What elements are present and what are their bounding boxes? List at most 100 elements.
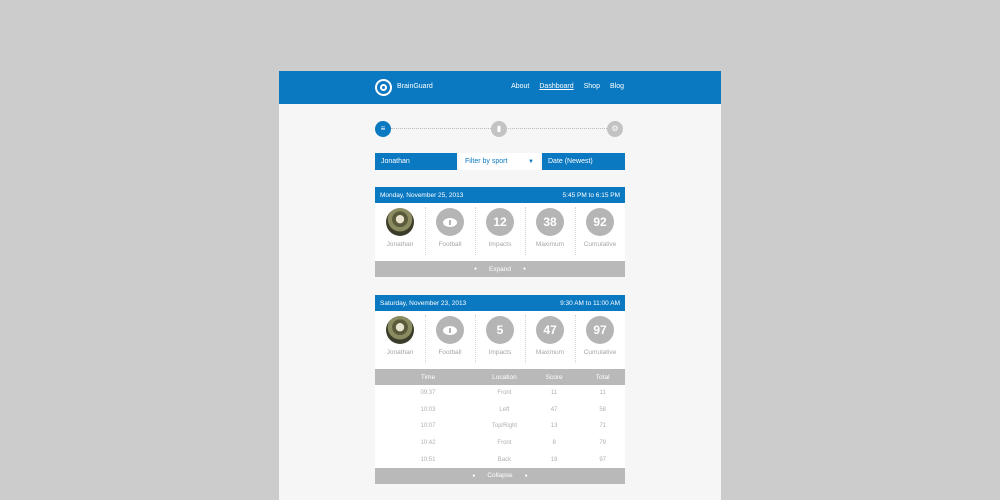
maximum-label: Maximum bbox=[535, 241, 565, 248]
player-name: Jonathan bbox=[386, 349, 414, 356]
cell-time: 09:37 bbox=[420, 390, 436, 397]
player-select[interactable]: Jonathan bbox=[375, 153, 457, 170]
cell-time: 10:42 bbox=[420, 440, 436, 447]
impacts-value: 12 bbox=[486, 208, 514, 236]
stat-cumulative: 97 Cumulative bbox=[575, 311, 625, 369]
cell-score: 8 bbox=[552, 440, 556, 447]
stat-maximum: 47 Maximum bbox=[525, 311, 575, 369]
cell-total: 79 bbox=[599, 440, 607, 447]
cell-location: Front bbox=[497, 390, 512, 397]
cell-location: Back bbox=[497, 456, 512, 463]
lifebuoy-logo-icon[interactable] bbox=[375, 79, 392, 96]
column-header-time: Time bbox=[420, 373, 436, 381]
sport-filter-select[interactable]: Filter by sport ▼ bbox=[459, 153, 540, 170]
bullet-icon: ● bbox=[472, 472, 476, 479]
sort-select[interactable]: Date (Newest) bbox=[542, 153, 625, 170]
impacts-value: 5 bbox=[486, 316, 514, 344]
bullet-icon: ● bbox=[524, 472, 528, 479]
player-select-value: Jonathan bbox=[381, 158, 410, 165]
sport-name: Football bbox=[438, 349, 462, 356]
collapse-label: Collapse bbox=[487, 472, 513, 480]
impacts-label: Impacts bbox=[488, 349, 512, 356]
cell-location: Top/Right bbox=[491, 423, 518, 430]
bullet-icon: ● bbox=[473, 266, 477, 272]
column-header-total: Total bbox=[595, 373, 610, 381]
table-row: 10:03 Left 47 58 bbox=[375, 402, 625, 419]
cell-location: Left bbox=[499, 406, 510, 413]
nav-about[interactable]: About bbox=[511, 83, 529, 90]
stat-maximum: 38 Maximum bbox=[525, 203, 575, 261]
impacts-label: Impacts bbox=[488, 241, 512, 248]
main-nav: About Dashboard Shop Blog bbox=[511, 83, 624, 90]
sport-name: Football bbox=[438, 241, 462, 248]
maximum-value: 38 bbox=[536, 208, 564, 236]
dashboard-page: BrainGuard About Dashboard Shop Blog ≡ ▮… bbox=[279, 71, 721, 500]
cumulative-value: 97 bbox=[586, 316, 614, 344]
expand-button[interactable]: ● Expand ● bbox=[375, 261, 625, 277]
impacts-table: Time Location Score Total 09:37 Front 11… bbox=[375, 369, 625, 468]
top-navbar: BrainGuard About Dashboard Shop Blog bbox=[279, 71, 721, 104]
brand-name[interactable]: BrainGuard bbox=[397, 83, 433, 90]
cell-score: 18 bbox=[550, 456, 558, 463]
table-row: 10:07 Top/Right 13 71 bbox=[375, 418, 625, 435]
stat-sport: Football bbox=[425, 203, 475, 261]
cell-time: 10:03 bbox=[420, 406, 436, 413]
session-time: 5:45 PM to 6:15 PM bbox=[562, 191, 620, 199]
player-name: Jonathan bbox=[386, 241, 414, 248]
table-row: 10:51 Back 18 97 bbox=[375, 451, 625, 468]
cell-time: 10:07 bbox=[420, 423, 436, 430]
cell-location: Front bbox=[497, 440, 512, 447]
stat-player: Jonathan bbox=[375, 311, 425, 369]
session-header: Monday, November 25, 2013 5:45 PM to 6:1… bbox=[375, 187, 625, 203]
gear-icon[interactable]: ⚙ bbox=[607, 121, 623, 137]
chevron-down-icon: ▼ bbox=[528, 158, 534, 165]
collapse-button[interactable]: ● Collapse ● bbox=[375, 467, 625, 484]
avatar bbox=[386, 208, 414, 236]
session-header: Saturday, November 23, 2013 9:30 AM to 1… bbox=[375, 295, 625, 311]
column-header-location: Location bbox=[492, 373, 517, 381]
nav-shop[interactable]: Shop bbox=[584, 83, 600, 90]
stat-cumulative: 92 Cumulative bbox=[575, 203, 625, 261]
view-stepper: ≡ ▮ ⚙ bbox=[375, 121, 625, 137]
session-card: Saturday, November 23, 2013 9:30 AM to 1… bbox=[375, 295, 625, 484]
session-date: Saturday, November 23, 2013 bbox=[380, 299, 467, 307]
table-header-row: Time Location Score Total bbox=[375, 369, 625, 385]
stat-impacts: 12 Impacts bbox=[475, 203, 525, 261]
stat-sport: Football bbox=[425, 311, 475, 369]
football-icon bbox=[436, 208, 464, 236]
cell-total: 97 bbox=[599, 456, 607, 463]
cell-score: 13 bbox=[550, 423, 558, 430]
column-header-score: Score bbox=[545, 373, 563, 381]
cumulative-label: Cumulative bbox=[583, 349, 617, 356]
cumulative-label: Cumulative bbox=[583, 241, 617, 248]
sport-filter-value: Filter by sport bbox=[465, 158, 508, 165]
cell-total: 11 bbox=[599, 390, 606, 397]
filter-bar: Jonathan Filter by sport ▼ Date (Newest) bbox=[375, 153, 625, 170]
table-row: 09:37 Front 11 11 bbox=[375, 385, 625, 402]
session-date: Monday, November 25, 2013 bbox=[380, 191, 464, 199]
cell-time: 10:51 bbox=[420, 456, 436, 463]
avatar bbox=[386, 316, 414, 344]
session-stats: Jonathan Football 12 Impacts 38 Maximum … bbox=[375, 203, 625, 261]
cumulative-value: 92 bbox=[586, 208, 614, 236]
expand-label: Expand bbox=[488, 265, 512, 273]
maximum-label: Maximum bbox=[535, 349, 565, 356]
maximum-value: 47 bbox=[536, 316, 564, 344]
table-row: 10:42 Front 8 79 bbox=[375, 435, 625, 452]
cell-score: 47 bbox=[550, 406, 558, 413]
football-icon bbox=[436, 316, 464, 344]
cell-total: 58 bbox=[599, 406, 607, 413]
cell-score: 11 bbox=[551, 390, 558, 397]
nav-dashboard[interactable]: Dashboard bbox=[539, 83, 573, 90]
sort-select-value: Date (Newest) bbox=[548, 158, 593, 165]
stat-impacts: 5 Impacts bbox=[475, 311, 525, 369]
session-time: 9:30 AM to 11:00 AM bbox=[560, 299, 620, 307]
session-card: Monday, November 25, 2013 5:45 PM to 6:1… bbox=[375, 187, 625, 277]
list-icon[interactable]: ≡ bbox=[375, 121, 391, 137]
cell-total: 71 bbox=[599, 423, 607, 430]
session-stats: Jonathan Football 5 Impacts 47 Maximum 9… bbox=[375, 311, 625, 369]
bar-chart-icon[interactable]: ▮ bbox=[491, 121, 507, 137]
bullet-icon: ● bbox=[523, 266, 527, 272]
stat-player: Jonathan bbox=[375, 203, 425, 261]
nav-blog[interactable]: Blog bbox=[610, 83, 624, 90]
